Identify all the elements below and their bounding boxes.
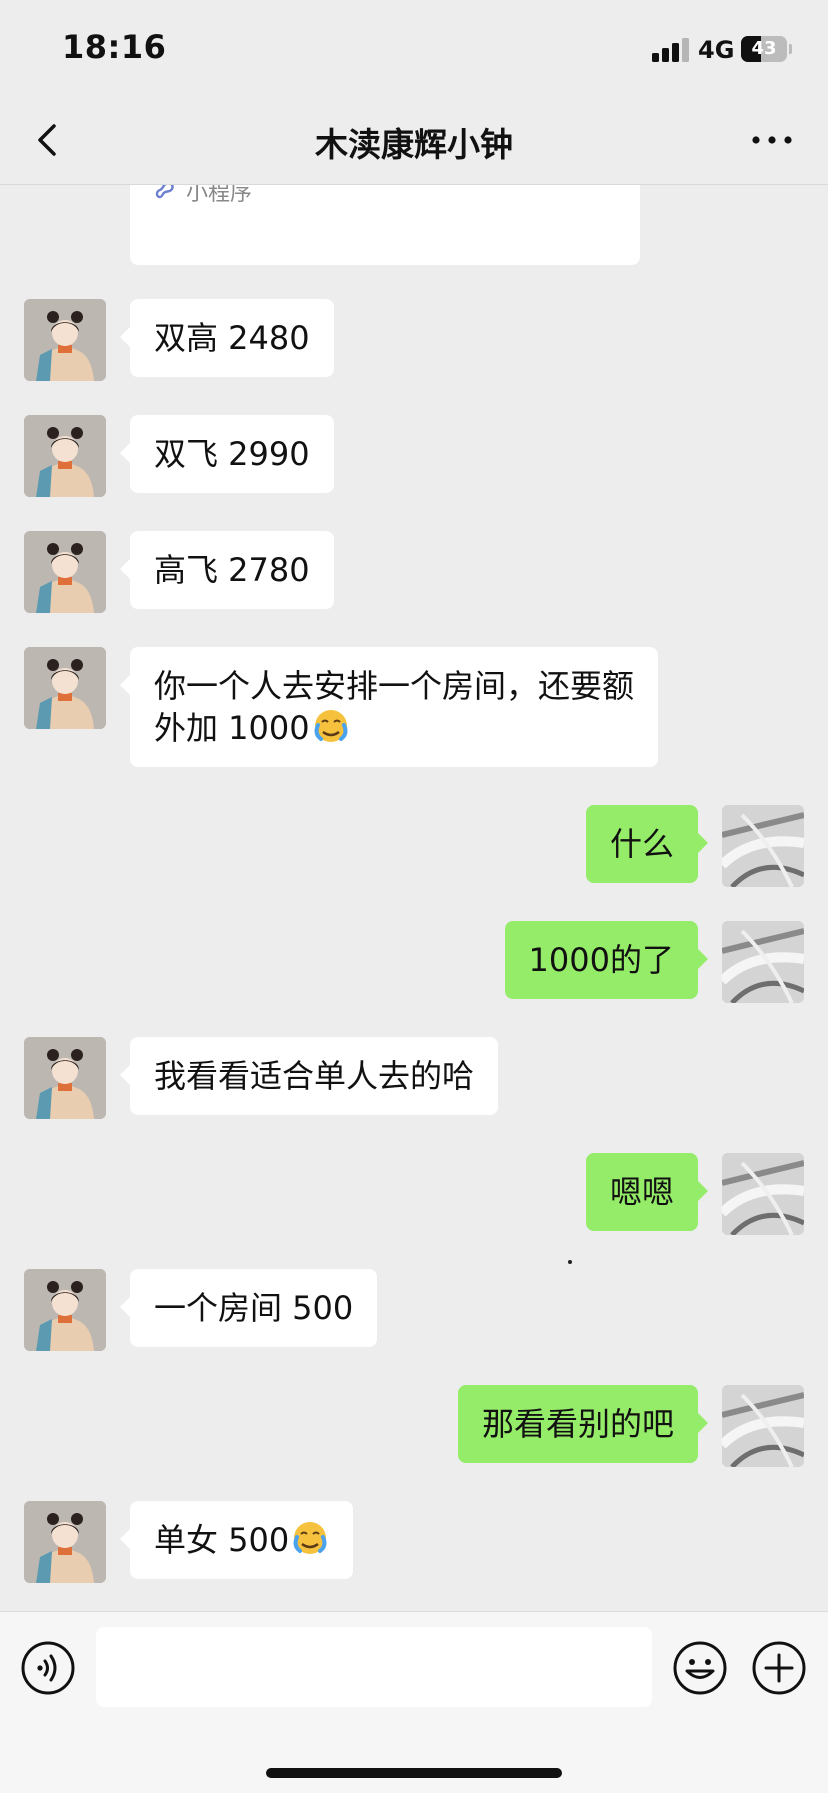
message-text: 嗯嗯: [609, 1173, 674, 1211]
contact-avatar-illustration: [24, 415, 106, 497]
mini-program-icon: [155, 185, 174, 199]
message-text: 高飞 2780: [154, 551, 310, 589]
my-avatar[interactable]: [722, 1153, 804, 1235]
chat-header: 木渎康辉小钟: [0, 96, 828, 185]
contact-avatar[interactable]: [24, 415, 106, 497]
more-functions-plus-icon[interactable]: [751, 1640, 807, 1696]
message-bubble[interactable]: 你一个人去安排一个房间，还要额 外加 1000: [119, 647, 659, 767]
message-bubble[interactable]: 什么: [585, 805, 709, 883]
message-bubble[interactable]: 单女 500: [119, 1501, 354, 1579]
mini-program-label: 小程序: [186, 185, 253, 206]
cellular-signal-icon: [652, 36, 692, 62]
my-avatar[interactable]: [722, 921, 804, 1003]
message-bubble[interactable]: 那看看别的吧: [457, 1385, 709, 1463]
chat-title: 木渎康辉小钟: [315, 125, 513, 164]
contact-avatar[interactable]: [24, 647, 106, 729]
home-indicator: [266, 1768, 562, 1778]
network-type: 4G: [698, 36, 735, 64]
message-text-line: 你一个人去安排一个房间，还要额: [154, 667, 635, 705]
message-bubble[interactable]: 双飞 2990: [120, 415, 334, 493]
contact-avatar[interactable]: [24, 1269, 106, 1351]
my-avatar-image: [722, 805, 804, 887]
face-holding-back-tears-emoji-icon: [293, 1522, 327, 1554]
status-time: 18:16: [62, 28, 167, 66]
my-avatar-image: [722, 921, 804, 1003]
my-avatar-image: [722, 1153, 804, 1235]
message-list[interactable]: 小程序 双高 2480 双飞 2990 高飞 2780 你一个人去安排一个房间，…: [0, 185, 828, 1610]
input-bar: [0, 1611, 828, 1793]
contact-avatar-illustration: [24, 1269, 106, 1351]
message-text: 一个房间 500: [154, 1289, 354, 1327]
my-avatar[interactable]: [722, 805, 804, 887]
message-text: 双飞 2990: [154, 435, 310, 473]
message-text-line: 外加 1000: [154, 707, 634, 749]
message-input[interactable]: [96, 1627, 652, 1707]
contact-avatar[interactable]: [24, 531, 106, 613]
message-bubble[interactable]: 高飞 2780: [120, 531, 334, 609]
contact-avatar-illustration: [24, 531, 106, 613]
status-bar: 18:16 4G 43: [0, 0, 828, 96]
message-text: 单女 500: [154, 1521, 290, 1559]
contact-avatar-illustration: [24, 647, 106, 729]
my-avatar[interactable]: [722, 1385, 804, 1467]
battery-level: 43: [751, 38, 777, 59]
message-text: 1000的了: [528, 941, 674, 979]
message-text: 我看看适合单人去的哈: [154, 1057, 475, 1095]
message-text: 外加 1000: [154, 709, 310, 747]
contact-avatar-illustration: [24, 1037, 106, 1119]
battery-tip: [789, 44, 792, 54]
my-avatar-image: [722, 1385, 804, 1467]
face-holding-back-tears-emoji-icon: [314, 710, 348, 742]
mini-program-card[interactable]: 小程序: [130, 185, 640, 265]
contact-avatar[interactable]: [24, 1501, 106, 1583]
message-text: 那看看别的吧: [481, 1405, 674, 1443]
contact-avatar[interactable]: [24, 1037, 106, 1119]
message-text: 双高 2480: [154, 319, 310, 357]
battery-icon: 43: [741, 36, 787, 62]
contact-avatar[interactable]: [24, 299, 106, 381]
voice-input-icon[interactable]: [20, 1640, 76, 1696]
message-bubble[interactable]: 嗯嗯: [585, 1153, 709, 1231]
emoji-picker-icon[interactable]: [672, 1640, 728, 1696]
more-options-icon[interactable]: [748, 118, 796, 162]
message-bubble[interactable]: 1000的了: [504, 921, 709, 999]
contact-avatar-illustration: [24, 1501, 106, 1583]
message-bubble[interactable]: 我看看适合单人去的哈: [119, 1037, 499, 1115]
message-bubble[interactable]: 双高 2480: [120, 299, 334, 377]
message-text: 什么: [609, 825, 674, 863]
contact-avatar-illustration: [24, 299, 106, 381]
stray-dot: [568, 1260, 572, 1264]
message-bubble[interactable]: 一个房间 500: [119, 1269, 378, 1347]
